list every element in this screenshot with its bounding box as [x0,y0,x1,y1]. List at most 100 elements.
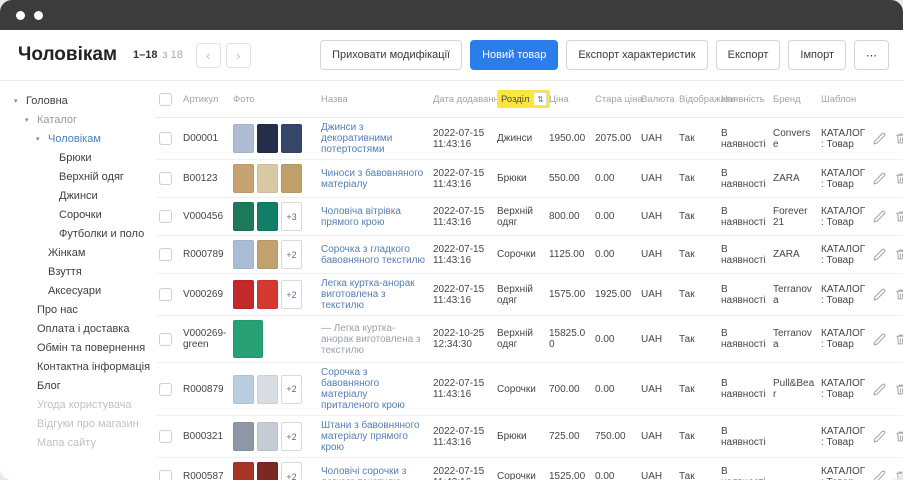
chevron-down-icon[interactable]: ▾ [14,97,22,105]
delete-button[interactable] [895,288,903,301]
import-button[interactable]: Імпорт [788,40,846,70]
sidebar-item[interactable]: Жінкам [14,243,148,262]
sidebar-item[interactable]: ▾Каталог [14,110,148,129]
product-thumbnail[interactable] [233,375,254,404]
product-thumbnail[interactable] [233,462,254,480]
pagination-next-button[interactable]: › [226,43,251,68]
row-checkbox[interactable] [159,470,172,480]
product-name-link[interactable]: Чиноси з бавовняного матеріалу [321,168,423,190]
row-checkbox[interactable] [159,248,172,261]
new-product-button[interactable]: Новий товар [470,40,558,70]
hide-modifications-button[interactable]: Приховати модифікації [320,40,462,70]
product-thumbnail[interactable] [257,422,278,451]
row-checkbox[interactable] [159,430,172,443]
product-name-link[interactable]: — Легка куртка-анорак виготовлена з текс… [321,323,421,356]
product-thumbnail[interactable] [257,164,278,193]
sidebar-item[interactable]: Оплата і доставка [14,319,148,338]
product-thumbnail[interactable] [281,164,302,193]
product-name-link[interactable]: Чоловіча вітрівка прямого крою [321,206,401,228]
row-checkbox[interactable] [159,288,172,301]
more-photos-badge[interactable]: +3 [281,202,302,231]
product-thumbnail[interactable] [257,462,278,480]
edit-button[interactable] [873,172,886,185]
delete-button[interactable] [895,470,903,480]
product-thumbnail[interactable] [233,280,254,309]
window-control-dot[interactable] [16,11,25,20]
sidebar-item[interactable]: Мапа сайту [14,433,148,452]
product-thumbnail[interactable] [257,240,278,269]
sidebar-item[interactable]: Аксесуари [14,281,148,300]
sidebar-item[interactable]: Про нас [14,300,148,319]
product-thumbnail[interactable] [233,164,254,193]
sidebar-item[interactable]: Брюки [14,148,148,167]
row-checkbox[interactable] [159,210,172,223]
column-header[interactable]: Валюта [638,81,676,118]
sort-icon[interactable]: ⇅ [533,92,547,106]
sidebar-item[interactable]: Відгуки про магазин [14,414,148,433]
pagination-prev-button[interactable]: ‹ [196,43,221,68]
product-thumbnail[interactable] [233,320,263,358]
sidebar-item[interactable]: Сорочки [14,205,148,224]
sidebar-item[interactable]: Джинси [14,186,148,205]
column-header[interactable]: Дата додавання [430,81,494,118]
sidebar-item[interactable]: Контактна інформація [14,357,148,376]
product-thumbnail[interactable] [233,202,254,231]
product-thumbnail[interactable] [257,202,278,231]
column-header[interactable]: Відображати [676,81,718,118]
delete-button[interactable] [895,430,903,443]
column-header[interactable]: Стара ціна [592,81,638,118]
column-header[interactable]: Артикул [180,81,230,118]
product-name-link[interactable]: Легка куртка-анорак виготовлена з тексти… [321,278,415,311]
sidebar-item[interactable]: Взуття [14,262,148,281]
edit-button[interactable] [873,470,886,480]
more-photos-badge[interactable]: +2 [281,422,302,451]
column-header[interactable]: Шаблон [818,81,870,118]
more-photos-badge[interactable]: +2 [281,280,302,309]
product-thumbnail[interactable] [257,280,278,309]
edit-button[interactable] [873,333,886,346]
product-name-link[interactable]: Сорочка з бавовняного матеріалу притален… [321,367,405,411]
sidebar-item[interactable]: ▾Чоловікам [14,129,148,148]
more-photos-badge[interactable]: +2 [281,462,302,480]
edit-button[interactable] [873,288,886,301]
column-header[interactable]: Ціна [546,81,592,118]
column-header[interactable]: Фото [230,81,318,118]
delete-button[interactable] [895,333,903,346]
product-name-link[interactable]: Чоловічі сорочки з легкого текстилю [321,466,406,480]
delete-button[interactable] [895,248,903,261]
window-control-dot[interactable] [34,11,43,20]
delete-button[interactable] [895,383,903,396]
edit-button[interactable] [873,383,886,396]
more-photos-badge[interactable]: +2 [281,375,302,404]
column-header[interactable]: Бренд [770,81,818,118]
product-thumbnail[interactable] [257,375,278,404]
edit-button[interactable] [873,132,886,145]
product-thumbnail[interactable] [233,124,254,153]
chevron-down-icon[interactable]: ▾ [36,135,44,143]
delete-button[interactable] [895,172,903,185]
sidebar-item[interactable]: ▾Головна [14,91,148,110]
row-checkbox[interactable] [159,383,172,396]
chevron-down-icon[interactable]: ▾ [25,116,33,124]
export-characteristics-button[interactable]: Експорт характеристик [566,40,707,70]
export-button[interactable]: Експорт [716,40,781,70]
sidebar-item[interactable]: Угода користувача [14,395,148,414]
select-all-checkbox[interactable] [159,93,172,106]
row-checkbox[interactable] [159,333,172,346]
sidebar-item[interactable]: Футболки и поло [14,224,148,243]
product-name-link[interactable]: Сорочка з гладкого бавовняного текстилю [321,244,425,266]
product-thumbnail[interactable] [233,422,254,451]
edit-button[interactable] [873,210,886,223]
column-header[interactable]: Розділ⇅ [494,81,546,118]
edit-button[interactable] [873,248,886,261]
sidebar-item[interactable]: Блог [14,376,148,395]
edit-button[interactable] [873,430,886,443]
sidebar-item[interactable]: Обмін та повернення [14,338,148,357]
product-name-link[interactable]: Джинси з декоративними потертостями [321,122,392,155]
column-header[interactable]: Назва [318,81,430,118]
product-name-link[interactable]: Штани з бавовняного матеріалу прямого кр… [321,420,420,453]
row-checkbox[interactable] [159,132,172,145]
delete-button[interactable] [895,132,903,145]
delete-button[interactable] [895,210,903,223]
more-actions-button[interactable]: ⋯ [854,40,889,70]
